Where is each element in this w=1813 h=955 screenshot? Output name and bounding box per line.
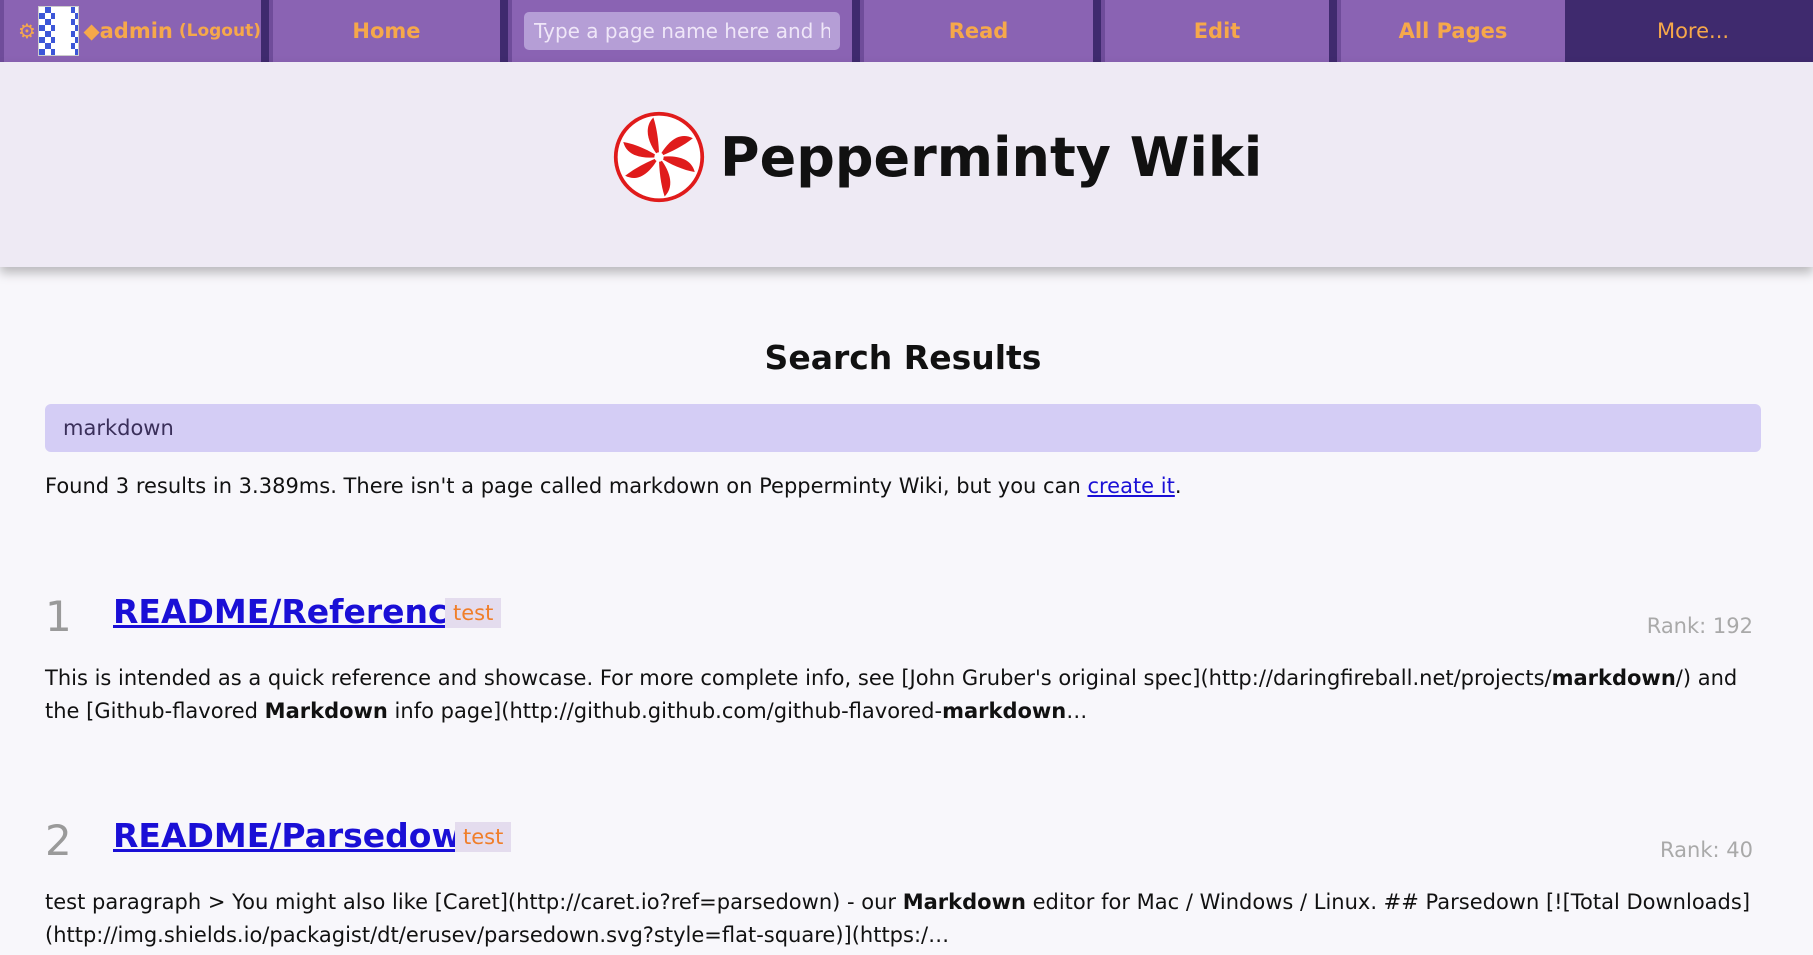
results-summary-text: Found 3 results in 3.389ms. There isn't … bbox=[45, 474, 1088, 498]
peppermint-logo-icon bbox=[613, 111, 705, 203]
result-title-link[interactable]: README/Reference bbox=[113, 592, 470, 631]
snippet-text: info page](http://github.github.com/gith… bbox=[387, 699, 943, 723]
user-menu[interactable]: ⚙ ◆admin (Logout) bbox=[0, 0, 261, 62]
logout-link[interactable]: (Logout) bbox=[179, 21, 261, 41]
nav-search bbox=[508, 0, 852, 62]
result-title-link[interactable]: README/Parsedown bbox=[113, 816, 485, 855]
snippet-text: … bbox=[1066, 699, 1088, 723]
site-logo-title[interactable]: Pepperminty Wiki bbox=[612, 110, 1262, 204]
page-title: Search Results bbox=[764, 338, 1042, 377]
avatar[interactable] bbox=[37, 6, 80, 56]
snippet-highlight: markdown bbox=[942, 699, 1067, 723]
results-summary: Found 3 results in 3.389ms. There isn't … bbox=[45, 474, 1182, 498]
snippet-highlight: Markdown bbox=[264, 699, 388, 723]
snippet-text: test paragraph > You might also like [Ca… bbox=[45, 890, 903, 914]
result-snippet: This is intended as a quick reference an… bbox=[45, 662, 1761, 728]
nav-home[interactable]: Home bbox=[269, 0, 500, 62]
nav-read[interactable]: Read bbox=[860, 0, 1093, 62]
result-snippet: test paragraph > You might also like [Ca… bbox=[45, 886, 1761, 952]
nav-all-pages[interactable]: All Pages bbox=[1337, 0, 1565, 62]
username-link[interactable]: ◆admin bbox=[83, 19, 172, 43]
result-number: 2 bbox=[45, 816, 72, 865]
page-search-input[interactable] bbox=[524, 12, 840, 50]
result-rank: Rank: 40 bbox=[1660, 838, 1753, 862]
snippet-text: This is intended as a quick reference an… bbox=[45, 666, 1552, 690]
nav-more[interactable]: More... bbox=[1573, 0, 1813, 62]
result-rank: Rank: 192 bbox=[1646, 614, 1753, 638]
result-number: 1 bbox=[45, 592, 72, 641]
snippet-highlight: Markdown bbox=[902, 890, 1026, 914]
create-page-link[interactable]: create it bbox=[1087, 474, 1174, 498]
results-summary-end: . bbox=[1174, 474, 1182, 498]
gear-icon[interactable]: ⚙ bbox=[18, 19, 36, 43]
search-query-input[interactable]: markdown bbox=[45, 404, 1761, 452]
result-tag[interactable]: test bbox=[445, 598, 502, 628]
site-title[interactable]: Pepperminty Wiki bbox=[720, 126, 1262, 189]
site-banner: Pepperminty Wiki bbox=[0, 62, 1813, 267]
snippet-highlight: markdown bbox=[1551, 666, 1676, 690]
result-tag[interactable]: test bbox=[455, 822, 512, 852]
top-nav: ⚙ ◆admin (Logout) Home Read Edit All Pag… bbox=[0, 0, 1813, 62]
nav-edit[interactable]: Edit bbox=[1101, 0, 1329, 62]
